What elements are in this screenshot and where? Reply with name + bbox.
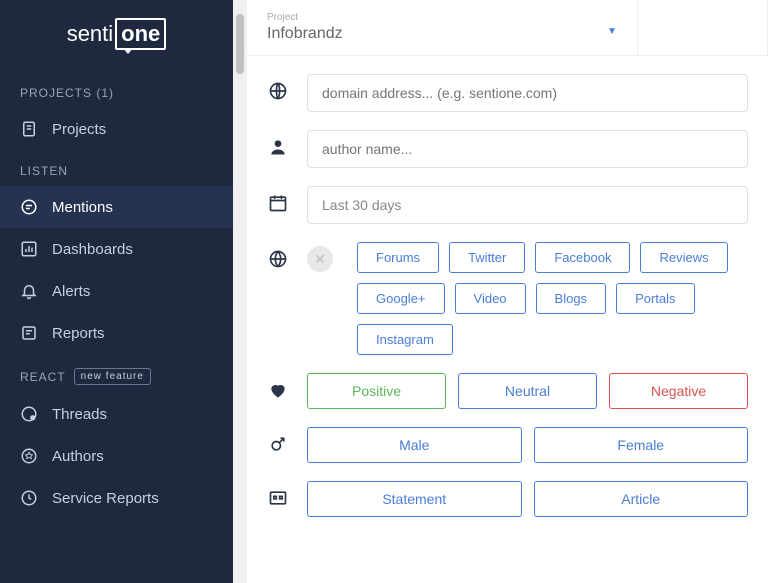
filter-gender-row: Male Female — [267, 427, 748, 463]
thread-icon — [20, 405, 38, 423]
chip-neutral[interactable]: Neutral — [458, 373, 597, 409]
heart-icon — [267, 379, 289, 401]
chip-blogs[interactable]: Blogs — [536, 283, 607, 314]
chevron-down-icon: ▼ — [607, 26, 617, 37]
chip-negative[interactable]: Negative — [609, 373, 748, 409]
globe-outline-icon — [267, 248, 289, 270]
nav-threads[interactable]: Threads — [0, 393, 233, 435]
nav-projects-label: Projects — [52, 121, 106, 138]
clock-icon — [20, 489, 38, 507]
date-range-input[interactable]: Last 30 days — [307, 186, 748, 224]
chart-icon — [20, 240, 38, 258]
react-label-text: REACT — [20, 370, 66, 384]
chat-icon — [20, 198, 38, 216]
source-chips: Forums Twitter Facebook Reviews Google+ … — [357, 242, 748, 355]
project-label: Project — [267, 12, 617, 23]
nav-dashboards[interactable]: Dashboards — [0, 228, 233, 270]
chip-video[interactable]: Video — [455, 283, 526, 314]
section-projects-label: PROJECTS (1) — [0, 78, 233, 108]
nav-service-reports-label: Service Reports — [52, 490, 159, 507]
file-icon — [20, 120, 38, 138]
filter-author-row — [267, 130, 748, 168]
nav-alerts[interactable]: Alerts — [0, 270, 233, 312]
project-value: Infobrandz — [267, 25, 617, 43]
globe-icon — [267, 80, 289, 102]
project-dropdown[interactable]: Project Infobrandz ▼ — [247, 0, 638, 55]
nav-reports-label: Reports — [52, 325, 105, 342]
sidebar: sentione PROJECTS (1) Projects LISTEN Me… — [0, 0, 233, 583]
project-bar-spacer — [638, 0, 768, 55]
section-react-label: REACT new feature — [0, 360, 233, 393]
nav-mentions[interactable]: Mentions — [0, 186, 233, 228]
domain-input[interactable] — [307, 74, 748, 112]
gender-chips: Male Female — [307, 427, 748, 463]
chip-positive[interactable]: Positive — [307, 373, 446, 409]
nav-alerts-label: Alerts — [52, 283, 90, 300]
new-feature-badge: new feature — [74, 368, 151, 385]
filter-date-row: Last 30 days — [267, 186, 748, 224]
chip-article[interactable]: Article — [534, 481, 749, 517]
clear-sources-button[interactable]: ✕ — [307, 246, 333, 272]
chip-female[interactable]: Female — [534, 427, 749, 463]
scroll-thumb[interactable] — [236, 14, 244, 74]
author-input[interactable] — [307, 130, 748, 168]
sentiment-chips: Positive Neutral Negative — [307, 373, 748, 409]
main-content: Project Infobrandz ▼ Last 30 days — [247, 0, 768, 583]
filter-domain-row — [267, 74, 748, 112]
person-icon — [267, 136, 289, 158]
chip-googleplus[interactable]: Google+ — [357, 283, 445, 314]
project-bar: Project Infobrandz ▼ — [247, 0, 768, 56]
chip-facebook[interactable]: Facebook — [535, 242, 630, 273]
nav-threads-label: Threads — [52, 406, 107, 423]
section-listen-label: LISTEN — [0, 156, 233, 186]
calendar-icon — [267, 192, 289, 214]
gender-icon — [267, 433, 289, 455]
content-type-chips: Statement Article — [307, 481, 748, 517]
filter-sentiment-row: Positive Neutral Negative — [267, 373, 748, 409]
nav-mentions-label: Mentions — [52, 199, 113, 216]
scrollbar[interactable] — [233, 0, 247, 583]
nav-projects[interactable]: Projects — [0, 108, 233, 150]
chip-forums[interactable]: Forums — [357, 242, 439, 273]
nav-reports[interactable]: Reports — [0, 312, 233, 354]
chip-portals[interactable]: Portals — [616, 283, 694, 314]
logo: sentione — [0, 18, 233, 50]
filter-sources-row: ✕ Forums Twitter Facebook Reviews Google… — [267, 242, 748, 355]
filter-content-type-row: Statement Article — [267, 481, 748, 517]
bell-icon — [20, 282, 38, 300]
nav-authors-label: Authors — [52, 448, 104, 465]
chip-statement[interactable]: Statement — [307, 481, 522, 517]
nav-service-reports[interactable]: Service Reports — [0, 477, 233, 519]
chip-reviews[interactable]: Reviews — [640, 242, 727, 273]
chip-male[interactable]: Male — [307, 427, 522, 463]
chip-instagram[interactable]: Instagram — [357, 324, 453, 355]
star-icon — [20, 447, 38, 465]
quote-icon — [267, 487, 289, 509]
filters-panel: Last 30 days ✕ Forums Twitter Facebook R… — [247, 56, 768, 527]
document-icon — [20, 324, 38, 342]
nav-dashboards-label: Dashboards — [52, 241, 133, 258]
nav-authors[interactable]: Authors — [0, 435, 233, 477]
chip-twitter[interactable]: Twitter — [449, 242, 525, 273]
